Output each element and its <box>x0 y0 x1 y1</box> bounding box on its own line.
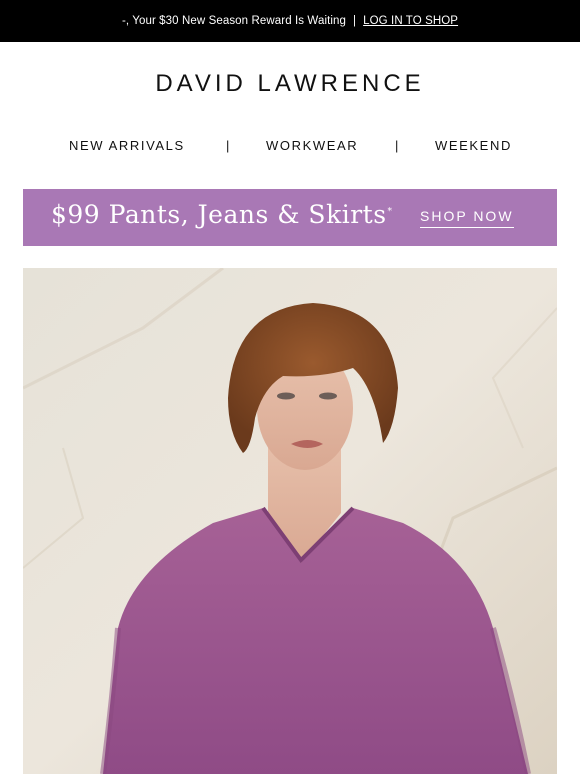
hero-illustration <box>23 268 557 774</box>
promo-headline: $99 Pants, Jeans & Skirts* <box>51 200 393 229</box>
login-to-shop-link[interactable]: LOG IN TO SHOP <box>363 15 458 27</box>
nav-divider: | <box>226 138 231 153</box>
promo-headline-text: $99 Pants, Jeans & Skirts <box>51 200 387 229</box>
promo-asterisk: * <box>387 206 393 217</box>
nav-item-new-arrivals[interactable]: NEW ARRIVALS <box>69 138 185 153</box>
main-navigation: NEW ARRIVALS | WORKWEAR | WEEKEND <box>0 138 580 158</box>
nav-item-weekend[interactable]: WEEKEND <box>435 138 512 153</box>
promo-banner[interactable]: $99 Pants, Jeans & Skirts* SHOP NOW <box>23 189 557 246</box>
nav-item-workwear[interactable]: WORKWEAR <box>266 138 358 153</box>
reward-message: -, Your $30 New Season Reward Is Waiting <box>121 15 347 27</box>
topbar-separator: | <box>353 15 357 27</box>
shop-now-button[interactable]: SHOP NOW <box>420 208 514 228</box>
hero-image[interactable] <box>23 268 557 774</box>
brand-logo[interactable]: DAVID LAWRENCE <box>0 70 580 98</box>
promo-top-bar: -, Your $30 New Season Reward Is Waiting… <box>0 0 580 42</box>
nav-divider: | <box>395 138 400 153</box>
